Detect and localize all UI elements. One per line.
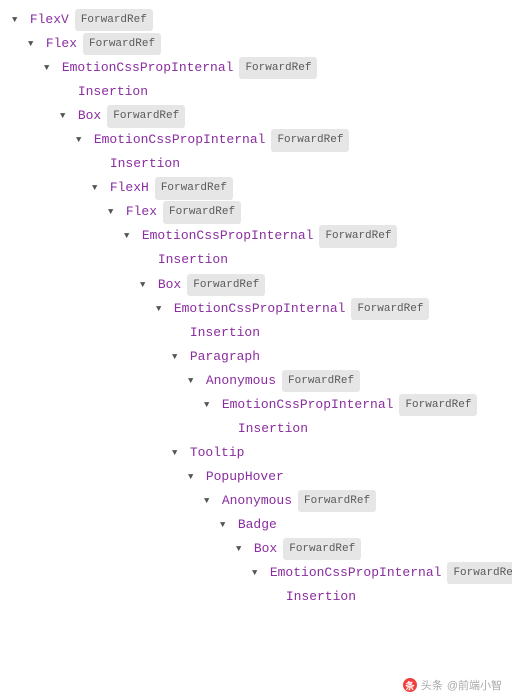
chevron-down-icon[interactable]: ▼	[252, 565, 262, 582]
forwardref-badge: ForwardRef	[282, 370, 360, 392]
component-name[interactable]: Insertion	[238, 421, 308, 436]
tree-node[interactable]: ▼ Insertion	[4, 321, 508, 345]
tree-node[interactable]: ▼ Flex ForwardRef	[4, 200, 508, 224]
tree-node[interactable]: ▼ Tooltip	[4, 441, 508, 465]
chevron-down-icon[interactable]: ▼	[92, 180, 102, 197]
component-name[interactable]: Insertion	[286, 589, 356, 604]
tree-node[interactable]: ▼ PopupHover	[4, 465, 508, 489]
chevron-down-icon[interactable]: ▼	[236, 541, 246, 558]
forwardref-badge: ForwardRef	[447, 562, 512, 584]
component-name[interactable]: Anonymous	[222, 493, 292, 508]
chevron-down-icon[interactable]: ▼	[108, 204, 118, 221]
watermark-icon: 条	[403, 678, 417, 692]
tree-node[interactable]: ▼ Insertion	[4, 248, 508, 272]
component-name[interactable]: EmotionCssPropInternal	[62, 60, 234, 75]
tree-node[interactable]: ▼ FlexH ForwardRef	[4, 176, 508, 200]
component-name[interactable]: Tooltip	[190, 445, 245, 460]
tree-node[interactable]: ▼ EmotionCssPropInternal ForwardRef	[4, 56, 508, 80]
component-name[interactable]: Badge	[238, 517, 277, 532]
forwardref-badge: ForwardRef	[239, 57, 317, 79]
forwardref-badge: ForwardRef	[107, 105, 185, 127]
tree-node[interactable]: ▼ Box ForwardRef	[4, 273, 508, 297]
tree-node[interactable]: ▼ EmotionCssPropInternal ForwardRef	[4, 297, 508, 321]
component-name[interactable]: Insertion	[158, 252, 228, 267]
forwardref-badge: ForwardRef	[75, 9, 153, 31]
chevron-down-icon[interactable]: ▼	[220, 517, 230, 534]
chevron-down-icon[interactable]: ▼	[28, 36, 38, 53]
component-name[interactable]: EmotionCssPropInternal	[94, 132, 266, 147]
component-name[interactable]: Insertion	[78, 84, 148, 99]
chevron-down-icon[interactable]: ▼	[140, 277, 150, 294]
chevron-down-icon[interactable]: ▼	[12, 12, 22, 29]
forwardref-badge: ForwardRef	[283, 538, 361, 560]
chevron-down-icon[interactable]: ▼	[156, 301, 166, 318]
component-name[interactable]: Anonymous	[206, 373, 276, 388]
watermark-prefix: 头条	[421, 677, 443, 693]
forwardref-badge: ForwardRef	[187, 274, 265, 296]
tree-node[interactable]: ▼ Box ForwardRef	[4, 104, 508, 128]
forwardref-badge: ForwardRef	[399, 394, 477, 416]
component-name[interactable]: FlexV	[30, 12, 69, 27]
component-name[interactable]: Insertion	[110, 156, 180, 171]
tree-node[interactable]: ▼ Badge	[4, 513, 508, 537]
component-name[interactable]: Flex	[126, 204, 157, 219]
chevron-down-icon[interactable]: ▼	[76, 132, 86, 149]
forwardref-badge: ForwardRef	[298, 490, 376, 512]
component-name[interactable]: Paragraph	[190, 349, 260, 364]
tree-node[interactable]: ▼ EmotionCssPropInternal ForwardRef	[4, 393, 508, 417]
component-name[interactable]: FlexH	[110, 180, 149, 195]
forwardref-badge: ForwardRef	[83, 33, 161, 55]
chevron-down-icon[interactable]: ▼	[204, 493, 214, 510]
chevron-down-icon[interactable]: ▼	[124, 228, 134, 245]
chevron-down-icon[interactable]: ▼	[172, 445, 182, 462]
tree-node[interactable]: ▼ Insertion	[4, 585, 508, 609]
tree-node[interactable]: ▼ Anonymous ForwardRef	[4, 489, 508, 513]
component-name[interactable]: Box	[254, 541, 277, 556]
component-name[interactable]: Insertion	[190, 325, 260, 340]
component-tree: ▼ FlexVForwardRef▼ FlexForwardRef▼ Emoti…	[4, 8, 508, 609]
tree-node[interactable]: ▼ EmotionCssPropInternal ForwardRef	[4, 128, 508, 152]
tree-node[interactable]: ▼ Anonymous ForwardRef	[4, 369, 508, 393]
component-name[interactable]: EmotionCssPropInternal	[174, 301, 346, 316]
forwardref-badge: ForwardRef	[319, 225, 397, 247]
tree-node[interactable]: ▼ Box ForwardRef	[4, 537, 508, 561]
chevron-down-icon[interactable]: ▼	[60, 108, 70, 125]
component-name[interactable]: Flex	[46, 36, 77, 51]
forwardref-badge: ForwardRef	[163, 201, 241, 223]
component-name[interactable]: EmotionCssPropInternal	[222, 397, 394, 412]
chevron-down-icon[interactable]: ▼	[172, 349, 182, 366]
component-name[interactable]: PopupHover	[206, 469, 284, 484]
chevron-down-icon[interactable]: ▼	[44, 60, 54, 77]
tree-node[interactable]: ▼ FlexV ForwardRef	[4, 8, 508, 32]
forwardref-badge: ForwardRef	[271, 129, 349, 151]
component-name[interactable]: Box	[158, 277, 181, 292]
chevron-down-icon[interactable]: ▼	[204, 397, 214, 414]
tree-node[interactable]: ▼ Insertion	[4, 417, 508, 441]
chevron-down-icon[interactable]: ▼	[188, 469, 198, 486]
watermark-handle: @前端小智	[447, 677, 502, 693]
tree-node[interactable]: ▼ Flex ForwardRef	[4, 32, 508, 56]
tree-node[interactable]: ▼ Paragraph	[4, 345, 508, 369]
chevron-down-icon[interactable]: ▼	[188, 373, 198, 390]
tree-node[interactable]: ▼ Insertion	[4, 152, 508, 176]
watermark: 条 头条 @前端小智	[403, 677, 502, 693]
component-name[interactable]: EmotionCssPropInternal	[270, 565, 442, 580]
forwardref-badge: ForwardRef	[155, 177, 233, 199]
forwardref-badge: ForwardRef	[351, 298, 429, 320]
tree-node[interactable]: ▼ Insertion	[4, 80, 508, 104]
tree-node[interactable]: ▼ EmotionCssPropInternalForwardRef	[4, 561, 508, 585]
component-name[interactable]: EmotionCssPropInternal	[142, 228, 314, 243]
component-name[interactable]: Box	[78, 108, 101, 123]
tree-node[interactable]: ▼ EmotionCssPropInternal ForwardRef	[4, 224, 508, 248]
